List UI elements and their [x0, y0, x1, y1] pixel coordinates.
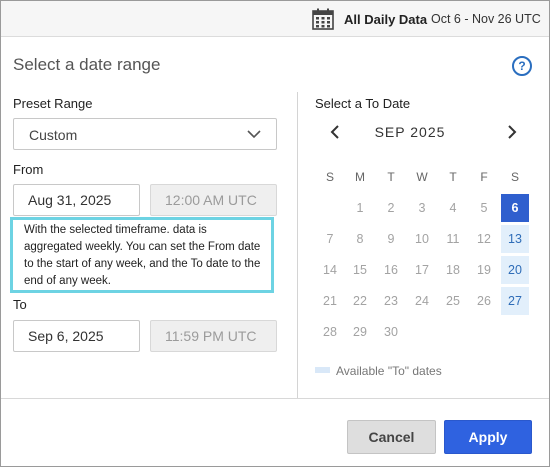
weekday-header: S	[325, 170, 334, 184]
from-label: From	[13, 162, 44, 177]
calendar-day[interactable]: 13	[501, 225, 529, 253]
calendar-day: 12	[477, 232, 491, 246]
calendar-day: 11	[446, 232, 460, 246]
calendar-day: 2	[387, 201, 395, 215]
legend-text: Available "To" dates	[336, 364, 442, 378]
calendar-day: 4	[449, 201, 457, 215]
calendar-day: 5	[480, 201, 488, 215]
calendar-day: 14	[323, 263, 337, 277]
calendar-day: 19	[477, 263, 491, 277]
chevron-down-icon	[247, 130, 261, 139]
calendar-day: 15	[353, 263, 367, 277]
footer-divider	[1, 398, 549, 399]
to-time-field: 11:59 PM UTC	[150, 320, 277, 352]
calendar-day[interactable]: 20	[501, 256, 529, 284]
column-divider	[297, 92, 298, 398]
weekday-header: S	[510, 170, 519, 184]
weekday-header: W	[416, 170, 428, 184]
legend-swatch	[315, 367, 330, 373]
preset-range-select[interactable]: Custom	[13, 118, 277, 150]
calendar-day: 3	[418, 201, 426, 215]
aggregation-tooltip: With the selected timeframe. data is agg…	[10, 217, 274, 293]
calendar-day-selected[interactable]: 6	[501, 194, 529, 222]
calendar-day: 7	[326, 232, 334, 246]
cancel-button[interactable]: Cancel	[347, 420, 436, 454]
calendar-day[interactable]: 27	[501, 287, 529, 315]
preset-range-label: Preset Range	[13, 96, 93, 111]
question-icon[interactable]: ?	[512, 56, 532, 76]
calendar-icon[interactable]	[312, 8, 334, 30]
weekday-header: F	[480, 170, 488, 184]
calendar-label: Select a To Date	[315, 96, 411, 111]
calendar-day: 1	[356, 201, 364, 215]
calendar-day: 10	[415, 232, 429, 246]
dialog-title: Select a date range	[13, 55, 161, 74]
to-label: To	[13, 297, 27, 312]
calendar-day: 17	[415, 263, 429, 277]
chevron-right-icon[interactable]	[502, 122, 522, 142]
calendar-day: 30	[384, 325, 398, 339]
calendar-day: 25	[446, 294, 460, 308]
calendar-day: 24	[415, 294, 429, 308]
calendar-day: 23	[384, 294, 398, 308]
data-source-title[interactable]: All Daily Data	[344, 12, 427, 27]
calendar-day: 9	[387, 232, 395, 246]
calendar-day: 18	[446, 263, 460, 277]
calendar-month-title: SEP 2025	[374, 124, 446, 140]
chevron-left-icon[interactable]	[325, 122, 345, 142]
preset-range-value: Custom	[29, 127, 78, 143]
apply-button[interactable]: Apply	[444, 420, 532, 454]
calendar-day: 29	[353, 325, 367, 339]
from-time-field: 12:00 AM UTC	[150, 184, 277, 216]
calendar-day: 16	[384, 263, 398, 277]
calendar-day: 8	[356, 232, 364, 246]
current-date-range[interactable]: Oct 6 - Nov 26 UTC	[431, 12, 541, 26]
weekday-header: T	[449, 170, 457, 184]
weekday-header: M	[355, 170, 365, 184]
calendar-day: 21	[323, 294, 337, 308]
top-bar: All Daily Data Oct 6 - Nov 26 UTC	[1, 1, 549, 37]
calendar-day: 22	[353, 294, 367, 308]
weekday-header: T	[387, 170, 395, 184]
calendar-day: 26	[477, 294, 491, 308]
calendar-day: 28	[323, 325, 337, 339]
to-date-field[interactable]: Sep 6, 2025	[13, 320, 140, 352]
from-date-field[interactable]: Aug 31, 2025	[13, 184, 140, 216]
